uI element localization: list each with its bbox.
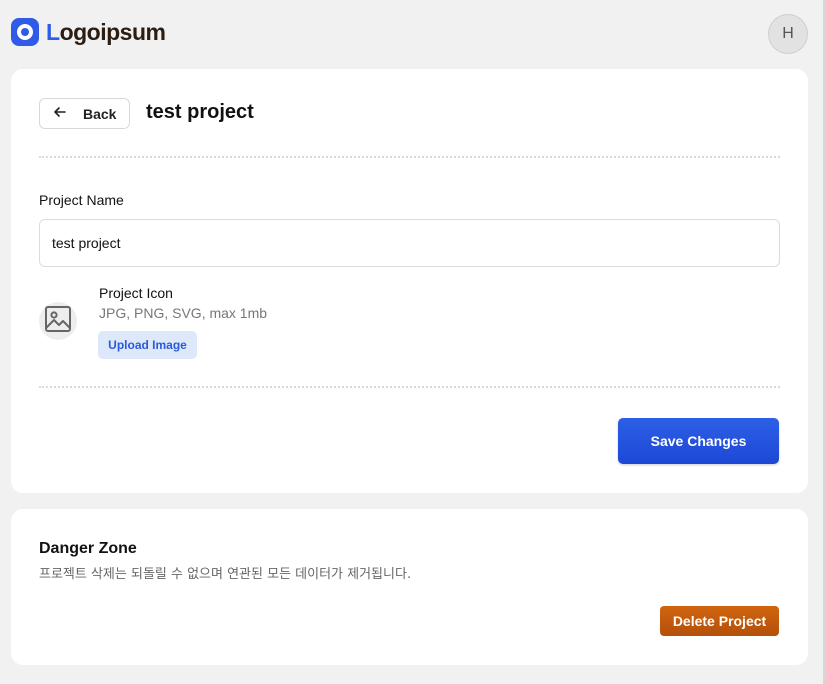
arrow-left-icon xyxy=(53,105,67,123)
page-title: test project xyxy=(146,101,254,123)
danger-zone-title: Danger Zone xyxy=(39,540,137,557)
save-changes-button[interactable]: Save Changes xyxy=(618,418,779,464)
logo-icon xyxy=(11,18,39,46)
project-icon-preview xyxy=(39,302,77,340)
danger-zone-card: Danger Zone 프로젝트 삭제는 되돌릴 수 없으며 연관된 모든 데이… xyxy=(11,509,808,665)
image-icon xyxy=(43,304,73,339)
danger-zone-description: 프로젝트 삭제는 되돌릴 수 없으며 연관된 모든 데이터가 제거됩니다. xyxy=(39,567,412,582)
project-icon-title: Project Icon xyxy=(99,285,173,301)
project-name-label: Project Name xyxy=(39,192,124,208)
project-settings-card: Back test project Project Name Project I… xyxy=(11,69,808,493)
upload-image-button[interactable]: Upload Image xyxy=(98,331,197,359)
logo-text: Logoipsum xyxy=(46,18,166,45)
divider xyxy=(39,156,780,158)
divider xyxy=(39,386,780,388)
top-bar: Logoipsum H xyxy=(0,0,823,66)
back-label: Back xyxy=(83,105,117,122)
delete-project-button[interactable]: Delete Project xyxy=(660,606,779,636)
back-button[interactable]: Back xyxy=(39,98,130,129)
project-name-input[interactable] xyxy=(39,219,780,267)
logo[interactable]: Logoipsum xyxy=(11,18,166,46)
avatar[interactable]: H xyxy=(768,14,808,54)
project-icon-hint: JPG, PNG, SVG, max 1mb xyxy=(99,305,268,321)
